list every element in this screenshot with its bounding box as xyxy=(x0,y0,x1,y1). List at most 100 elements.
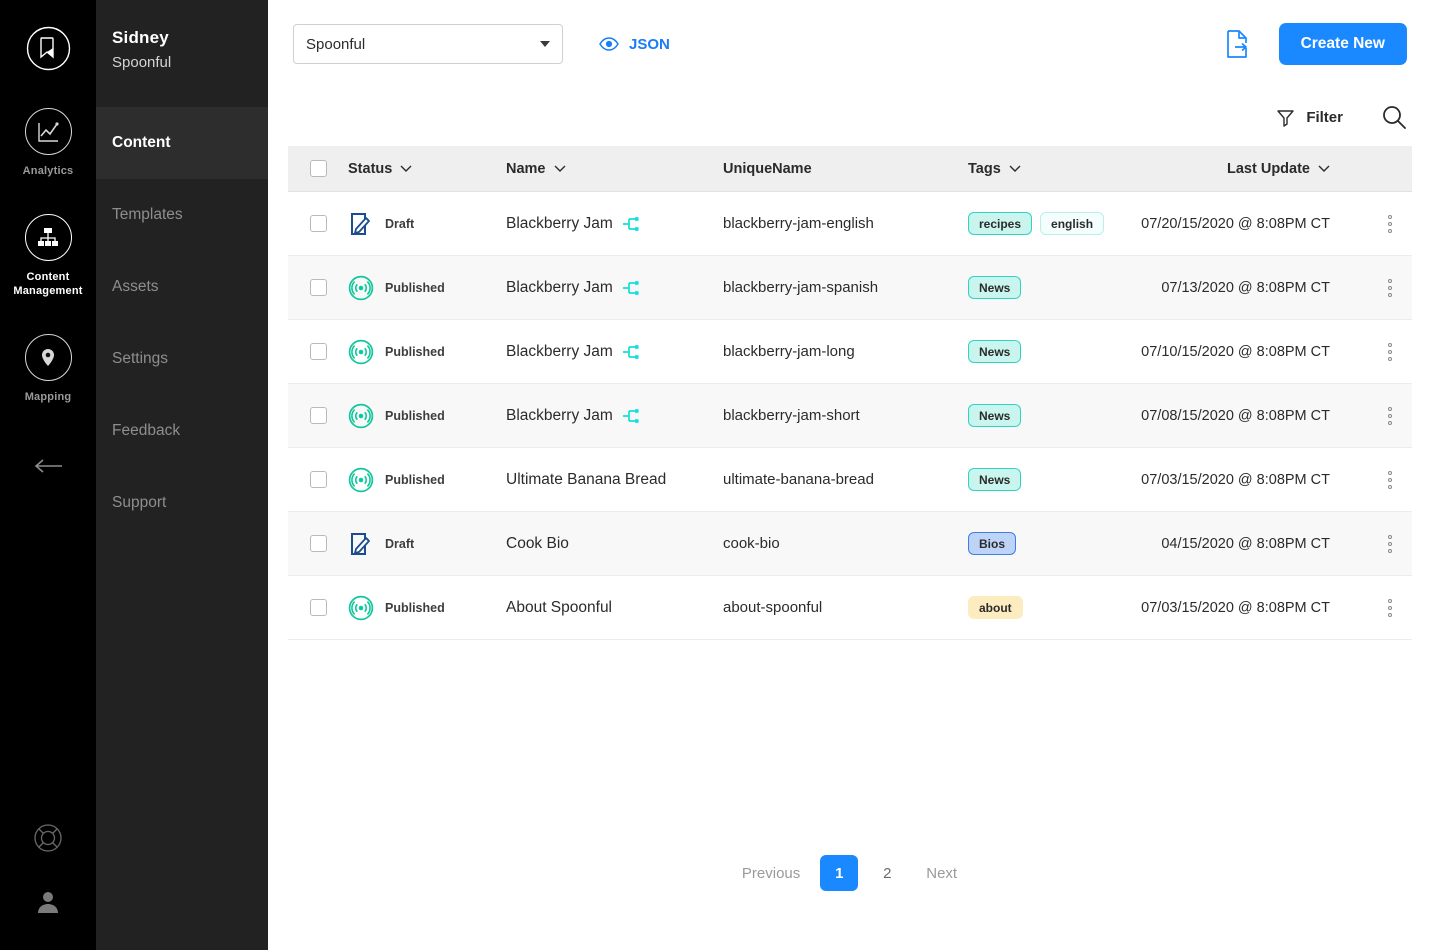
tag-chip[interactable]: News xyxy=(968,404,1021,427)
site-select[interactable]: Spoonful xyxy=(293,24,563,64)
row-unique-name: blackberry-jam-short xyxy=(723,407,968,424)
sidebar-item-content[interactable]: Content xyxy=(96,107,268,179)
row-last-update: 07/08/15/2020 @ 8:08PM CT xyxy=(1140,408,1368,424)
content-name: Blackberry Jam xyxy=(506,279,613,297)
row-menu-button[interactable] xyxy=(1368,599,1412,617)
rail-item-content-management[interactable]: Content Management xyxy=(0,214,96,298)
table-row[interactable]: Published Blackberry Jamblackberry-jam-lo… xyxy=(288,320,1412,384)
column-header-last-update[interactable]: Last Update xyxy=(1140,161,1368,177)
table-row[interactable]: PublishedBlackberry Jamblackberry-jam-sh… xyxy=(288,384,1412,448)
table-row[interactable]: PublishedAbout Spoonfulabout-spoonfulabo… xyxy=(288,576,1412,640)
rail-label-line1: Content xyxy=(27,271,70,283)
row-menu-button[interactable] xyxy=(1368,279,1412,297)
rail-item-label: Mapping xyxy=(3,390,93,404)
column-label: UniqueName xyxy=(723,161,968,177)
row-checkbox[interactable] xyxy=(310,215,327,232)
rail-item-analytics[interactable]: Analytics xyxy=(0,108,96,178)
export-button[interactable] xyxy=(1225,29,1251,59)
draft-pencil-icon xyxy=(348,531,374,557)
row-menu-button[interactable] xyxy=(1368,343,1412,361)
pagination-previous[interactable]: Previous xyxy=(732,855,810,891)
pagination-next[interactable]: Next xyxy=(916,855,967,891)
row-unique-name: blackberry-jam-long xyxy=(723,343,968,360)
table-row[interactable]: PublishedBlackberry Jamblackberry-jam-sp… xyxy=(288,256,1412,320)
secondary-sidebar: Sidney Spoonful Content Templates Assets… xyxy=(96,0,268,950)
row-checkbox[interactable] xyxy=(310,535,327,552)
pagination-page-1[interactable]: 1 xyxy=(820,855,858,891)
sidebar-item-support[interactable]: Support xyxy=(96,467,268,539)
help-button[interactable] xyxy=(0,822,96,854)
row-select-cell xyxy=(288,599,348,616)
chevron-down-icon xyxy=(1009,165,1021,173)
sidebar-item-label: Support xyxy=(112,494,166,512)
row-status-cell: Published xyxy=(348,275,506,301)
row-checkbox[interactable] xyxy=(310,407,327,424)
row-tags-cell: Bios xyxy=(968,532,1140,555)
status-label: Published xyxy=(385,281,445,295)
row-checkbox[interactable] xyxy=(310,599,327,616)
published-broadcast-icon xyxy=(348,467,374,493)
content-name: About Spoonful xyxy=(506,599,612,617)
row-menu-button[interactable] xyxy=(1368,535,1412,553)
pagination: Previous 1 2 Next xyxy=(268,855,1431,891)
row-checkbox[interactable] xyxy=(310,343,327,360)
search-icon xyxy=(1381,104,1407,130)
app-logo[interactable] xyxy=(0,25,96,72)
json-preview-link[interactable]: JSON xyxy=(599,36,670,53)
status-label: Published xyxy=(385,345,445,359)
json-link-label: JSON xyxy=(629,36,670,53)
published-broadcast-icon xyxy=(348,595,374,621)
map-pin-icon xyxy=(25,334,72,381)
row-last-update: 07/03/15/2020 @ 8:08PM CT xyxy=(1140,600,1368,616)
row-menu-button[interactable] xyxy=(1368,471,1412,489)
tag-chip[interactable]: about xyxy=(968,596,1023,619)
create-new-button[interactable]: Create New xyxy=(1279,23,1407,65)
arrow-left-icon xyxy=(32,458,64,474)
tag-chip[interactable]: recipes xyxy=(968,212,1032,235)
tag-chip[interactable]: News xyxy=(968,468,1021,491)
row-checkbox[interactable] xyxy=(310,279,327,296)
tag-chip[interactable]: News xyxy=(968,340,1021,363)
tag-chip[interactable]: News xyxy=(968,276,1021,299)
row-menu-icon xyxy=(1388,471,1392,489)
column-header-uniquename[interactable]: UniqueName xyxy=(723,161,968,177)
row-menu-button[interactable] xyxy=(1368,215,1412,233)
row-last-update: 07/13/2020 @ 8:08PM CT xyxy=(1140,280,1368,296)
filter-toolbar: Filter xyxy=(268,88,1431,146)
filter-button[interactable]: Filter xyxy=(1276,108,1343,127)
tag-chip[interactable]: english xyxy=(1040,212,1104,235)
sidebar-item-templates[interactable]: Templates xyxy=(96,179,268,251)
table-row[interactable]: PublishedUltimate Banana Breadultimate-b… xyxy=(288,448,1412,512)
lifebuoy-help-icon xyxy=(32,822,64,854)
rail-item-mapping[interactable]: Mapping xyxy=(0,334,96,404)
row-select-cell xyxy=(288,343,348,360)
search-button[interactable] xyxy=(1381,104,1407,130)
account-button[interactable] xyxy=(0,888,96,916)
bookmark-circle-logo-icon xyxy=(25,25,72,72)
row-menu-button[interactable] xyxy=(1368,407,1412,425)
collapse-sidebar-button[interactable] xyxy=(0,458,96,474)
row-status-cell: Draft xyxy=(348,531,506,557)
sidebar-item-assets[interactable]: Assets xyxy=(96,251,268,323)
column-header-status[interactable]: Status xyxy=(348,161,506,177)
status-label: Published xyxy=(385,601,445,615)
column-header-tags[interactable]: Tags xyxy=(968,161,1140,177)
status-label: Published xyxy=(385,473,445,487)
row-checkbox[interactable] xyxy=(310,471,327,488)
tag-chip[interactable]: Bios xyxy=(968,532,1016,555)
pagination-page-2[interactable]: 2 xyxy=(868,855,906,891)
sidebar-item-settings[interactable]: Settings xyxy=(96,323,268,395)
column-label: Name xyxy=(506,161,546,177)
table-row[interactable]: DraftCook Biocook-bioBios04/15/2020 @ 8:… xyxy=(288,512,1412,576)
published-broadcast-icon xyxy=(348,275,374,301)
sidebar-item-feedback[interactable]: Feedback xyxy=(96,395,268,467)
table-row[interactable]: DraftBlackberry Jamblackberry-jam-englis… xyxy=(288,192,1412,256)
column-header-name[interactable]: Name xyxy=(506,161,723,177)
row-tags-cell: News xyxy=(968,276,1140,299)
row-name-cell: Blackberry Jam xyxy=(506,407,723,425)
row-menu-icon xyxy=(1388,279,1392,297)
select-all-checkbox[interactable] xyxy=(310,160,327,177)
row-tags-cell: recipes english xyxy=(968,212,1140,235)
row-name-cell: Blackberry Jam xyxy=(506,343,723,361)
row-menu-icon xyxy=(1388,535,1392,553)
